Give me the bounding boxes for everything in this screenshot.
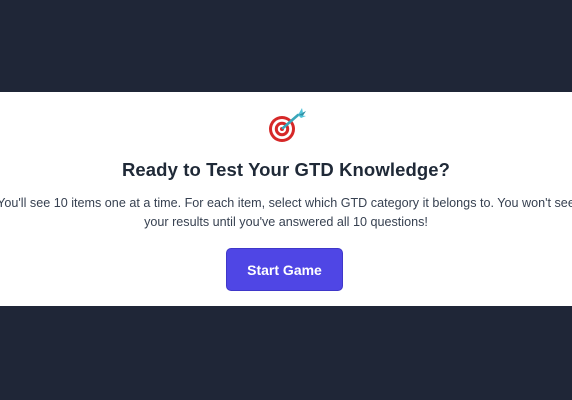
intro-card: Ready to Test Your GTD Knowledge? You'll… <box>0 92 572 306</box>
instructions-text: You'll see 10 items one at a time. For e… <box>0 196 572 229</box>
start-game-button[interactable]: Start Game <box>226 248 343 291</box>
direct-hit-target-icon <box>0 108 572 144</box>
page-title: Ready to Test Your GTD Knowledge? <box>121 159 451 180</box>
